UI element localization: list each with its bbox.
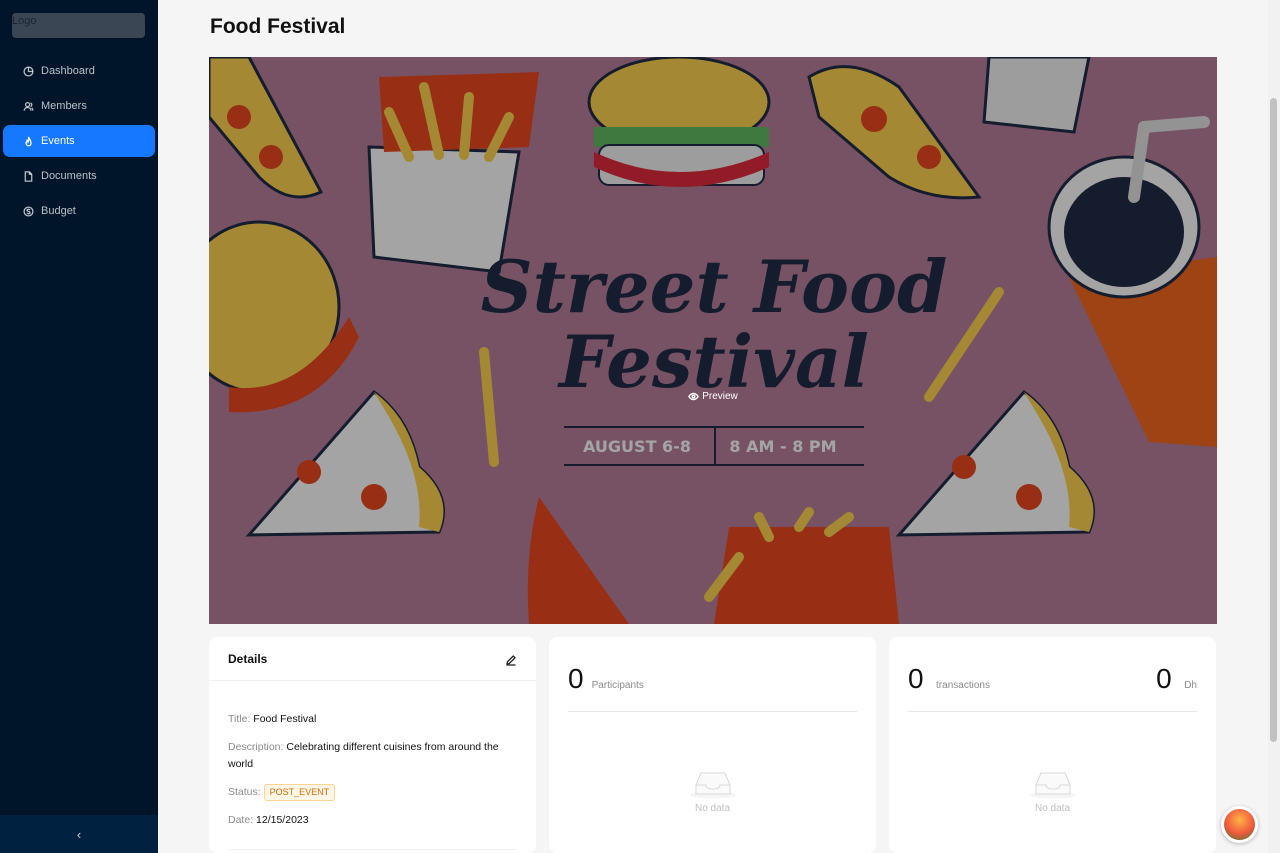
sidebar-item-label: Budget bbox=[41, 205, 76, 217]
empty-inbox-icon bbox=[1029, 772, 1076, 799]
event-banner-image[interactable]: Street Food Festival AUGUST 6-8 8 AM - 8… bbox=[209, 57, 1217, 624]
logo-text: Logo bbox=[12, 15, 37, 27]
sidebar-item-members[interactable]: Members bbox=[3, 90, 155, 122]
detail-date-label: Date: bbox=[228, 814, 254, 826]
details-descriptions: Title: Food Festival Description: Celebr… bbox=[209, 681, 536, 829]
sidebar-item-label: Events bbox=[41, 135, 75, 147]
sidebar-item-dashboard[interactable]: Dashboard bbox=[3, 55, 155, 87]
details-card: Details Title: Food Festival Description… bbox=[209, 637, 536, 853]
transactions-empty-state: No data bbox=[889, 767, 1216, 814]
team-icon bbox=[22, 100, 34, 112]
pie-chart-icon bbox=[22, 65, 34, 77]
details-card-title: Details bbox=[228, 651, 268, 666]
preview-label: Preview bbox=[702, 391, 738, 402]
sidebar-item-label: Members bbox=[41, 100, 87, 112]
scrollbar-thumb[interactable] bbox=[1270, 98, 1277, 742]
participants-divider bbox=[568, 711, 857, 712]
no-data-text: No data bbox=[1034, 803, 1071, 814]
transactions-label: transactions bbox=[936, 680, 990, 691]
transactions-card: 0 transactions 0 Dh No data bbox=[889, 637, 1216, 853]
sidebar-item-events[interactable]: Events bbox=[3, 125, 155, 157]
participants-card: 0 Participants No data bbox=[549, 637, 876, 853]
sidebar-item-documents[interactable]: Documents bbox=[3, 160, 155, 192]
detail-title-value: Food Festival bbox=[253, 713, 317, 725]
detail-title-label: Title: bbox=[228, 713, 251, 725]
eye-icon bbox=[688, 392, 700, 401]
transactions-count: 0 bbox=[908, 663, 924, 694]
sidebar: Logo Dashboard Members Events Documents … bbox=[0, 0, 158, 853]
no-data-text: No data bbox=[694, 803, 731, 814]
sidebar-item-label: Documents bbox=[41, 170, 97, 182]
sidebar-item-budget[interactable]: Budget bbox=[3, 195, 155, 227]
dollar-icon bbox=[22, 205, 34, 217]
detail-status-row: Status: POST_EVENT bbox=[228, 784, 517, 801]
detail-date-value: 12/15/2023 bbox=[256, 814, 309, 826]
detail-description-label: Description: bbox=[228, 741, 284, 753]
transactions-divider bbox=[908, 711, 1197, 712]
floating-assistant-button[interactable] bbox=[1221, 806, 1258, 843]
details-card-header: Details bbox=[209, 637, 536, 681]
participants-empty-state: No data bbox=[549, 767, 876, 814]
status-badge: POST_EVENT bbox=[263, 784, 336, 801]
participants-count: 0 bbox=[568, 663, 584, 694]
details-divider bbox=[228, 849, 517, 850]
detail-date-row: Date: 12/15/2023 bbox=[228, 812, 517, 829]
preview-button[interactable]: Preview bbox=[209, 391, 1217, 402]
file-icon bbox=[22, 170, 34, 182]
edit-icon[interactable] bbox=[505, 653, 517, 666]
page-scrollbar[interactable] bbox=[1268, 0, 1280, 853]
detail-status-label: Status: bbox=[228, 786, 261, 798]
currency-label: Dh bbox=[1184, 680, 1197, 691]
empty-inbox-icon bbox=[689, 772, 736, 799]
assistant-avatar-icon bbox=[1224, 809, 1255, 840]
chevron-left-icon: ‹ bbox=[76, 826, 82, 842]
sidebar-collapse-button[interactable]: ‹ bbox=[0, 815, 158, 853]
transactions-amount-group: 0 Dh bbox=[1156, 663, 1197, 695]
detail-title-row: Title: Food Festival bbox=[228, 711, 517, 728]
participants-stat: 0 Participants bbox=[568, 663, 857, 695]
image-preview-mask bbox=[209, 57, 1217, 624]
sidebar-menu: Dashboard Members Events Documents Budge… bbox=[0, 52, 158, 230]
participants-label: Participants bbox=[591, 680, 644, 691]
transactions-stat: 0 transactions 0 Dh bbox=[908, 663, 1197, 695]
sidebar-item-label: Dashboard bbox=[41, 65, 95, 77]
logo[interactable]: Logo bbox=[12, 13, 145, 38]
detail-description-row: Description: Celebrating different cuisi… bbox=[228, 739, 517, 773]
transactions-count-group: 0 transactions bbox=[908, 663, 990, 695]
fire-icon bbox=[22, 135, 34, 147]
transactions-amount: 0 bbox=[1156, 663, 1172, 694]
page-title: Food Festival bbox=[210, 15, 346, 38]
